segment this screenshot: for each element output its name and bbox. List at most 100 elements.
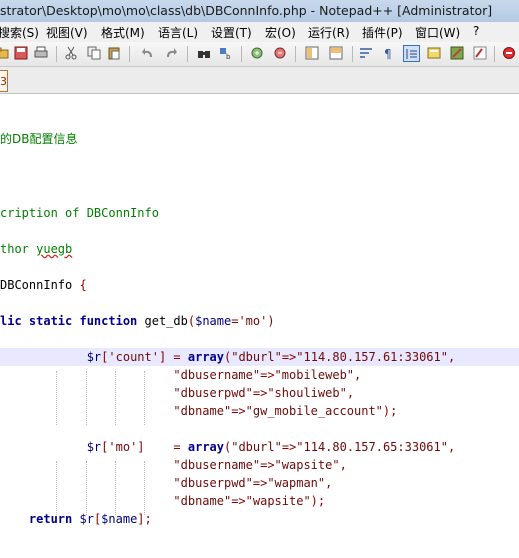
find-icon[interactable] (196, 45, 213, 62)
menu-bar: 搜索(S) 视图(V) 格式(M) 语言(L) 设置(T) 宏(O) 运行(R)… (0, 22, 519, 43)
operator: , (354, 368, 362, 382)
class-name: DBConnInfo (0, 278, 80, 292)
string: "mobileweb" (274, 368, 355, 382)
tab-bar: 3 (0, 67, 519, 94)
sync-vertical-icon[interactable] (304, 45, 321, 62)
zoom-out-icon[interactable] (272, 45, 289, 62)
operator: , (447, 350, 456, 364)
keyword: array (187, 440, 224, 454)
string: 'mo' (238, 314, 268, 328)
menu-macro[interactable]: 宏(O) (265, 24, 296, 41)
code-line: 的DB配置信息 (0, 130, 519, 148)
doc-map-icon[interactable] (449, 45, 466, 62)
save-icon[interactable] (13, 45, 30, 62)
undo-icon[interactable] (140, 45, 157, 62)
menu-window[interactable]: 窗口(W) (415, 24, 460, 41)
word-wrap-icon[interactable] (358, 45, 375, 62)
comment-text: thor (0, 242, 37, 256)
toolbar: b ¶ (0, 42, 519, 67)
toolbar-separator (241, 46, 242, 62)
menu-format[interactable]: 格式(M) (101, 24, 145, 41)
operator: => (260, 368, 275, 382)
variable: $r (86, 440, 102, 454)
toolbar-separator (56, 46, 57, 62)
operator: , (325, 476, 333, 490)
copy-icon[interactable] (86, 45, 103, 62)
operator: => (231, 404, 246, 418)
show-all-chars-icon[interactable]: ¶ (381, 45, 398, 62)
toolbar-separator (187, 46, 188, 62)
code-line: "dbname"=>"wapsite"); (0, 492, 519, 510)
code-line: lic static function get_db($name='mo') (0, 312, 519, 330)
print-icon[interactable] (33, 45, 50, 62)
svg-text:¶: ¶ (384, 47, 392, 60)
tab-label: 3 (0, 75, 7, 88)
menu-language[interactable]: 语言(L) (158, 24, 198, 41)
code-line: "dbuserpwd"=>"wapman", (0, 474, 519, 492)
operator: , (447, 440, 456, 454)
string: "dburl" (231, 350, 282, 364)
operator: => (231, 494, 246, 508)
open-file-icon[interactable] (0, 45, 11, 62)
operator: ] = (137, 440, 188, 454)
menu-search[interactable]: 搜索(S) (0, 24, 39, 41)
string: "114.80.157.65:33061" (296, 440, 448, 454)
operator: => (252, 386, 268, 400)
string: 'count' (108, 350, 159, 364)
tab-dbconninfo[interactable]: 3 (0, 70, 8, 92)
operator: ] = (158, 350, 188, 364)
code-line: "dbuserpwd"=>"shouliweb", (0, 384, 519, 402)
string: "dbuserpwd" (173, 386, 253, 400)
redo-icon[interactable] (163, 45, 180, 62)
string: "wapman" (267, 476, 326, 490)
code-line: "dbusername"=>"wapsite", (0, 456, 519, 474)
comment-author: yuegb (36, 242, 73, 256)
menu-plugins[interactable]: 插件(P) (362, 24, 403, 41)
code-line: "dbusername"=>"mobileweb", (0, 366, 519, 384)
keyword: lic static function (0, 314, 145, 328)
menu-help[interactable]: ? (473, 24, 479, 38)
string: "dburl" (231, 440, 282, 454)
operator: => (252, 476, 268, 490)
string: "shouliweb" (267, 386, 347, 400)
zoom-in-icon[interactable] (249, 45, 266, 62)
comment-text: DBConnInfo (86, 206, 159, 220)
paren: ( (187, 314, 196, 328)
indent-guide-icon[interactable] (403, 45, 420, 62)
record-macro-icon[interactable] (472, 45, 489, 62)
string: "gw_mobile_account" (245, 404, 383, 418)
comment-text: 的DB配置信息 (0, 132, 78, 146)
operator: , (346, 386, 355, 400)
cut-icon[interactable] (63, 45, 80, 62)
code-line: $r['mo'] = array("dburl"=>"114.80.157.65… (0, 438, 519, 456)
menu-settings[interactable]: 设置(T) (211, 24, 252, 41)
paste-icon[interactable] (106, 45, 123, 62)
stop-record-icon[interactable] (501, 45, 518, 62)
comment-text: cription of (0, 206, 87, 220)
code-line: thor yuegb (0, 240, 519, 258)
code-line: cription of DBConnInfo (0, 204, 519, 222)
paren: ) (267, 314, 275, 328)
replace-icon[interactable]: b (218, 45, 235, 62)
variable: $r (86, 350, 102, 364)
code-editor[interactable]: 的DB配置信息 cription of DBConnInfo thor yueg… (0, 94, 519, 558)
string: "dbusername" (173, 458, 261, 472)
keyword: return (28, 512, 80, 526)
code-line: return $r[$name]; (0, 510, 519, 528)
toolbar-separator (494, 46, 495, 62)
title-bar: strator\Desktop\mo\mo\class\db\DBConnInf… (0, 0, 519, 23)
string: "dbusername" (173, 368, 261, 382)
variable: $r (79, 512, 94, 526)
sync-horizontal-icon[interactable] (328, 45, 345, 62)
user-lang-icon[interactable] (426, 45, 443, 62)
toolbar-separator (129, 46, 130, 62)
string: "dbuserpwd" (173, 476, 253, 490)
variable: $name (195, 314, 232, 328)
keyword: array (187, 350, 224, 364)
string: "dbname" (173, 494, 232, 508)
code-line-current: $r['count'] = array("dburl"=>"114.80.157… (0, 348, 519, 366)
operator: => (281, 350, 297, 364)
svg-text:b: b (226, 53, 231, 60)
menu-run[interactable]: 运行(R) (308, 24, 350, 41)
menu-view[interactable]: 视图(V) (46, 24, 88, 41)
